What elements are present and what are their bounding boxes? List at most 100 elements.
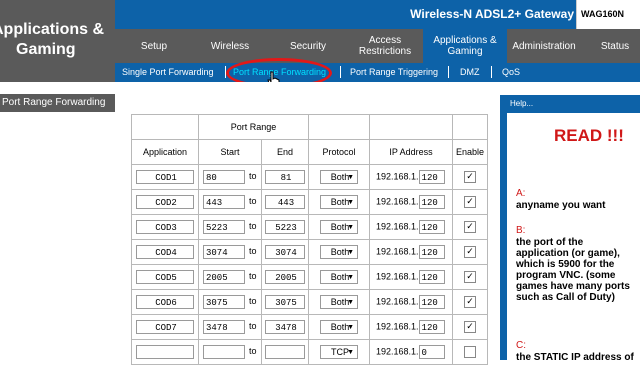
cell-ip: 192.168.1. 120	[369, 214, 453, 240]
enable-checkbox[interactable]: ✓	[464, 221, 476, 233]
application-name-input[interactable]: COD1	[136, 170, 194, 184]
cell-start: 3478 to	[198, 314, 262, 340]
end-port-input[interactable]: 2005	[265, 270, 305, 284]
cell-enable: ✓	[452, 289, 488, 315]
ip-prefix: 192.168.1.	[376, 321, 419, 332]
cell-end: 3074	[261, 239, 309, 265]
enable-checkbox[interactable]: ✓	[464, 271, 476, 283]
ip-last-octet-input[interactable]: 120	[418, 295, 445, 309]
enable-checkbox[interactable]: ✓	[464, 321, 476, 333]
subtab-single-port-forwarding[interactable]: Single Port Forwarding	[122, 67, 214, 77]
header-bar: Wireless-N ADSL2+ Gateway WAG160N	[115, 0, 640, 29]
subtab-dmz[interactable]: DMZ	[460, 67, 480, 77]
ip-prefix: 192.168.1.	[376, 171, 419, 182]
ip-last-octet-input[interactable]: 120	[418, 220, 445, 234]
protocol-select[interactable]: Both ▼	[320, 295, 358, 309]
tab-wireless[interactable]: Wireless	[193, 29, 267, 63]
cell-ip: 192.168.1. 120	[369, 189, 453, 215]
application-name-input[interactable]: COD6	[136, 295, 194, 309]
enable-checkbox[interactable]: ✓	[464, 296, 476, 308]
start-port-input[interactable]: 5223	[203, 220, 245, 234]
protocol-select[interactable]: Both ▼	[320, 245, 358, 259]
cell-application: COD4	[131, 239, 199, 265]
subtab-qos[interactable]: QoS	[502, 67, 520, 77]
start-port-input[interactable]: 443	[203, 195, 245, 209]
header-blank	[131, 114, 199, 140]
enable-checkbox[interactable]	[464, 346, 476, 358]
start-port-input[interactable]	[203, 345, 245, 359]
end-port-input[interactable]: 3478	[265, 320, 305, 334]
ip-last-octet-input[interactable]: 120	[418, 270, 445, 284]
sub-tabs: Single Port Forwarding Port Range Forwar…	[115, 63, 640, 82]
table-row: COD6 3075 to 3075 Both ▼ 192.168.1. 120 ✓	[131, 289, 488, 315]
chevron-down-icon: ▼	[347, 224, 354, 231]
section-label: Port Range Forwarding	[0, 94, 115, 112]
application-name-input[interactable]: COD3	[136, 220, 194, 234]
end-port-input[interactable]: 443	[265, 195, 305, 209]
to-label: to	[249, 271, 257, 282]
protocol-select[interactable]: Both ▼	[320, 170, 358, 184]
cell-ip: 192.168.1. 120	[369, 239, 453, 265]
cell-enable: ✓	[452, 189, 488, 215]
cell-protocol: Both ▼	[308, 189, 370, 215]
application-name-input[interactable]	[136, 345, 194, 359]
subtab-port-range-triggering[interactable]: Port Range Triggering	[350, 67, 438, 77]
subtab-separator	[340, 66, 341, 78]
cell-application: COD5	[131, 264, 199, 290]
brand-title-line1: Applications &	[0, 21, 105, 38]
chevron-down-icon: ▼	[347, 249, 354, 256]
protocol-select[interactable]: Both ▼	[320, 270, 358, 284]
start-port-input[interactable]: 3074	[203, 245, 245, 259]
chevron-down-icon: ▼	[347, 324, 354, 331]
start-port-input[interactable]: 3478	[203, 320, 245, 334]
cell-protocol: Both ▼	[308, 239, 370, 265]
application-name-input[interactable]: COD5	[136, 270, 194, 284]
application-name-input[interactable]: COD7	[136, 320, 194, 334]
tab-access-restrictions[interactable]: Access Restrictions	[347, 29, 423, 63]
end-port-input[interactable]: 3075	[265, 295, 305, 309]
tab-administration[interactable]: Administration	[507, 29, 581, 63]
protocol-select[interactable]: Both ▼	[320, 220, 358, 234]
start-port-input[interactable]: 3075	[203, 295, 245, 309]
subtab-separator	[491, 66, 492, 78]
header-enable: Enable	[452, 139, 488, 165]
table-row: COD4 3074 to 3074 Both ▼ 192.168.1. 120 ✓	[131, 239, 488, 265]
ip-prefix: 192.168.1.	[376, 296, 419, 307]
end-port-input[interactable]: 5223	[265, 220, 305, 234]
tab-setup[interactable]: Setup	[127, 29, 181, 63]
table-row: COD5 2005 to 2005 Both ▼ 192.168.1. 120 ✓	[131, 264, 488, 290]
ip-prefix: 192.168.1.	[376, 246, 419, 257]
help-text-a: anyname you want	[516, 200, 606, 211]
gateway-name: Wireless-N ADSL2+ Gateway	[410, 7, 574, 21]
application-name-input[interactable]: COD2	[136, 195, 194, 209]
end-port-input[interactable]: 81	[265, 170, 305, 184]
tab-applications-gaming[interactable]: Applications & Gaming	[423, 29, 507, 63]
cell-application: COD2	[131, 189, 199, 215]
enable-checkbox[interactable]: ✓	[464, 171, 476, 183]
enable-checkbox[interactable]: ✓	[464, 196, 476, 208]
table-row: COD2 443 to 443 Both ▼ 192.168.1. 120 ✓	[131, 189, 488, 215]
tab-status[interactable]: Status	[595, 29, 635, 63]
application-name-input[interactable]: COD4	[136, 245, 194, 259]
cell-end	[261, 339, 309, 365]
main-panel: Port Range Application Start End Protoco…	[115, 82, 500, 365]
cell-end: 5223	[261, 214, 309, 240]
protocol-select[interactable]: TCP ▼	[320, 345, 358, 359]
start-port-input[interactable]: 2005	[203, 270, 245, 284]
ip-last-octet-input[interactable]: 120	[418, 245, 445, 259]
ip-last-octet-input[interactable]: 120	[418, 170, 445, 184]
end-port-input[interactable]	[265, 345, 305, 359]
protocol-select[interactable]: Both ▼	[320, 195, 358, 209]
cell-end: 3075	[261, 289, 309, 315]
ip-last-octet-input[interactable]: 120	[418, 320, 445, 334]
enable-checkbox[interactable]: ✓	[464, 246, 476, 258]
protocol-select[interactable]: Both ▼	[320, 320, 358, 334]
ip-last-octet-input[interactable]: 120	[418, 195, 445, 209]
ip-last-octet-input[interactable]: 0	[418, 345, 445, 359]
ip-prefix: 192.168.1.	[376, 196, 419, 207]
start-port-input[interactable]: 80	[203, 170, 245, 184]
help-title[interactable]: Help...	[510, 99, 533, 108]
cell-enable: ✓	[452, 164, 488, 190]
end-port-input[interactable]: 3074	[265, 245, 305, 259]
ip-prefix: 192.168.1.	[376, 221, 419, 232]
